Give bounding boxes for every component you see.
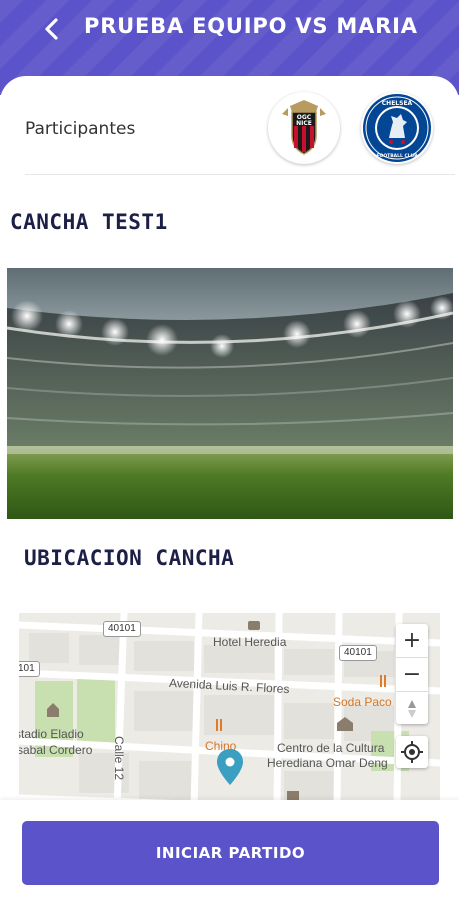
location-title: UBICACION CANCHA (24, 546, 235, 570)
compass-icon[interactable] (396, 692, 428, 725)
team-crest-icon: CHELSEA FOOTBALL CLUB (363, 94, 431, 162)
map-label: Herediana Omar Deng (267, 756, 388, 770)
team-badge-chelsea: CHELSEA FOOTBALL CLUB (361, 92, 433, 164)
svg-text:FOOTBALL CLUB: FOOTBALL CLUB (376, 153, 418, 159)
road-badge: 40101 (103, 621, 141, 637)
map-label: Centro de la Cultura (277, 741, 385, 755)
stadium-photo (7, 268, 453, 519)
road-badge: 101 (19, 661, 40, 677)
locate-button[interactable] (396, 736, 428, 768)
chevron-left-icon[interactable] (38, 12, 68, 46)
zoom-in-button[interactable]: + (396, 624, 428, 658)
map-label: Chino (205, 739, 237, 753)
participants-label: Participantes (25, 119, 136, 139)
team-badge-nice: OGC NICE (268, 92, 340, 164)
map-label: stadio Eladio (19, 727, 84, 741)
team-crest-icon: OGC NICE (282, 100, 326, 155)
divider (25, 174, 455, 175)
road-badge: 40101 (339, 645, 377, 661)
svg-text:CHELSEA: CHELSEA (382, 100, 413, 107)
zoom-out-button[interactable]: − (396, 658, 428, 692)
map-label: Soda Paco (333, 695, 392, 709)
map-label: Calle 12 (112, 735, 127, 781)
start-match-button[interactable]: INICIAR PARTIDO (22, 821, 439, 885)
venue-title: CANCHA TEST1 (10, 210, 168, 234)
page-title: PRUEBA EQUIPO VS MARIA (84, 14, 418, 38)
map-zoom-controls: + − (396, 624, 428, 724)
crosshair-icon (401, 741, 423, 763)
map-label: Hotel Heredia (213, 635, 287, 649)
location-map[interactable]: 40101 40101 101 Hotel Heredia Avenida Lu… (19, 613, 440, 808)
svg-text:NICE: NICE (296, 120, 312, 127)
map-label: sabal Cordero (19, 743, 93, 757)
